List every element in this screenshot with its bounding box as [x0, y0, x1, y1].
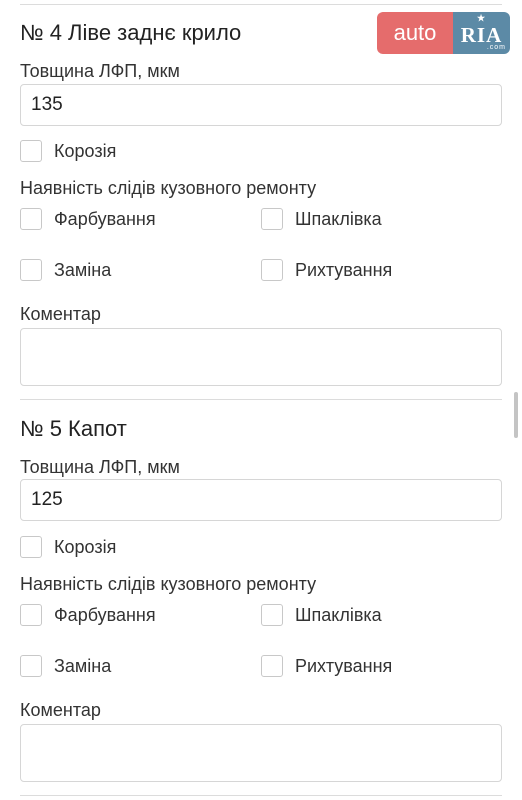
thickness-input[interactable]: 135: [20, 84, 502, 126]
logo-ria-part: ★ RIA .com: [453, 12, 510, 54]
thickness-label: Товщина ЛФП, мкм: [20, 457, 180, 477]
logo-com-text: .com: [486, 44, 506, 51]
painting-checkbox[interactable]: [20, 604, 42, 626]
repair-traces-label: Наявність слідів кузовного ремонту: [20, 574, 317, 594]
straightening-checkbox[interactable]: [261, 655, 283, 677]
section-title: № 4 Ліве заднє крило: [20, 20, 242, 45]
logo-auto-text: auto: [377, 12, 453, 54]
painting-checkbox-row[interactable]: Фарбування: [20, 603, 156, 627]
section-divider: [20, 795, 502, 796]
replacement-checkbox[interactable]: [20, 655, 42, 677]
putty-checkbox[interactable]: [261, 208, 283, 230]
corrosion-checkbox[interactable]: [20, 536, 42, 558]
section-title: № 5 Капот: [20, 416, 127, 441]
corrosion-checkbox[interactable]: [20, 140, 42, 162]
star-icon: ★: [477, 13, 487, 23]
autoria-logo: auto ★ RIA .com: [377, 12, 510, 54]
putty-checkbox-row[interactable]: Шпаклівка: [261, 207, 382, 231]
replacement-checkbox-row[interactable]: Заміна: [20, 258, 111, 282]
inspection-form-page: auto ★ RIA .com № 4 Ліве заднє крило Тов…: [0, 0, 522, 800]
straightening-checkbox-row[interactable]: Рихтування: [261, 258, 392, 282]
straightening-checkbox-row[interactable]: Рихтування: [261, 654, 392, 678]
straightening-label: Рихтування: [295, 259, 393, 280]
straightening-label: Рихтування: [295, 655, 393, 676]
painting-checkbox-row[interactable]: Фарбування: [20, 207, 156, 231]
painting-label: Фарбування: [54, 604, 156, 625]
thickness-input[interactable]: 125: [20, 479, 502, 521]
painting-label: Фарбування: [54, 208, 156, 229]
corrosion-label: Корозія: [54, 140, 117, 161]
repair-traces-label: Наявність слідів кузовного ремонту: [20, 178, 317, 198]
scrollbar-thumb[interactable]: [514, 392, 518, 438]
thickness-label: Товщина ЛФП, мкм: [20, 61, 180, 81]
replacement-label: Заміна: [54, 655, 112, 676]
replacement-checkbox-row[interactable]: Заміна: [20, 654, 111, 678]
painting-checkbox[interactable]: [20, 208, 42, 230]
putty-label: Шпаклівка: [295, 604, 382, 625]
putty-checkbox[interactable]: [261, 604, 283, 626]
replacement-checkbox[interactable]: [20, 259, 42, 281]
comment-label: Коментар: [20, 304, 101, 324]
putty-label: Шпаклівка: [295, 208, 382, 229]
putty-checkbox-row[interactable]: Шпаклівка: [261, 603, 382, 627]
corrosion-checkbox-row[interactable]: Корозія: [20, 535, 116, 559]
straightening-checkbox[interactable]: [261, 259, 283, 281]
comment-textarea[interactable]: [20, 328, 502, 386]
section-divider: [20, 399, 502, 400]
replacement-label: Заміна: [54, 259, 112, 280]
comment-label: Коментар: [20, 700, 101, 720]
corrosion-label: Корозія: [54, 536, 117, 557]
section-divider: [20, 4, 502, 5]
corrosion-checkbox-row[interactable]: Корозія: [20, 139, 116, 163]
comment-textarea[interactable]: [20, 724, 502, 782]
